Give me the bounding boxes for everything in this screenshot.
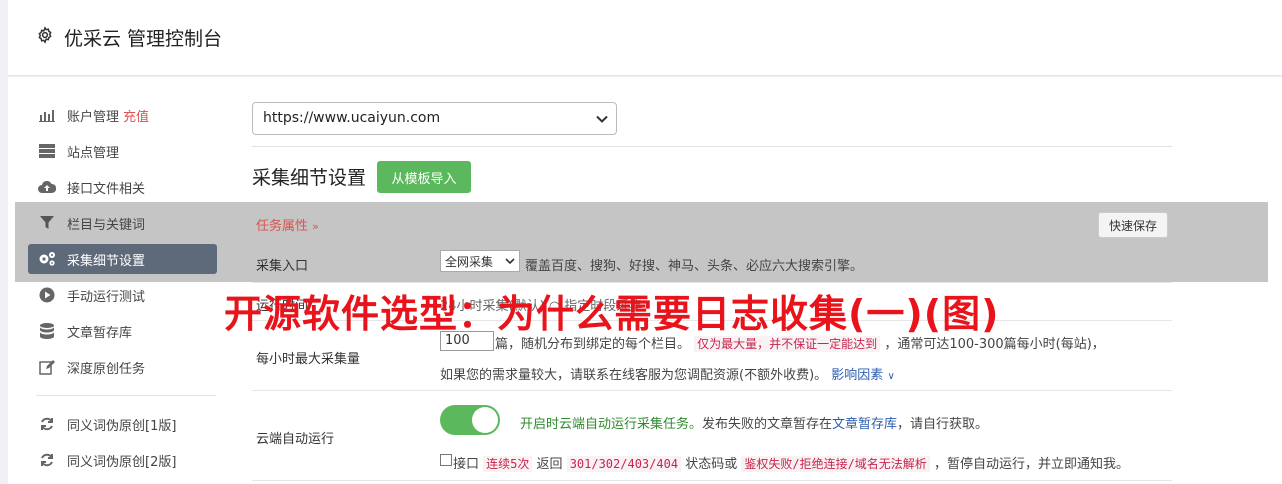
entry-description: 覆盖百度、搜狗、好搜、神马、头条、必应六大搜索引擎。 [525,259,864,274]
max-per-hour-contact: 如果您的需求量较大，请联系在线客服为您调配资源(不额外收费)。 影响因素 ∨ [440,364,895,383]
influence-factors-link[interactable]: 影响因素 [831,368,883,383]
notify-checkbox[interactable] [440,454,452,466]
server-icon [38,142,56,160]
max-per-hour-label: 每小时最大采集量 [256,352,361,367]
import-template-button[interactable]: 从模板导入 [377,161,471,193]
refresh-icon [38,415,56,433]
edit-icon [38,358,56,376]
max-text-2: ，通常可达100-300篇每小时(每站)， [884,337,1105,352]
sidebar-item-article-store[interactable]: 文章暂存库 [28,316,217,346]
cogs-icon [38,250,56,268]
quick-save-button[interactable]: 快速保存 [1098,212,1168,238]
sidebar-item-columns[interactable]: 栏目与关键词 [28,208,217,238]
sidebar-item-label: 采集细节设置 [67,253,146,269]
sidebar-item-account[interactable]: 账户管理 充值 [28,100,217,130]
sidebar-item-label: 同义词伪原创[2版] [67,454,177,470]
sidebar-item-synonym-v1[interactable]: 同义词伪原创[1版] [28,409,217,439]
sidebar-item-synonym-v2[interactable]: 同义词伪原创[2版] [28,445,217,475]
row-divider [252,480,1172,481]
cloud-auto-run-label: 云端自动运行 [256,432,335,447]
top-bar: 优采云 管理控制台 [8,0,1282,76]
sidebar-item-label: 站点管理 [67,145,120,161]
filter-icon [38,214,56,232]
notify-label: 接口 [453,457,480,472]
bar-chart-icon [38,106,56,124]
notify-text-3: 返回 [536,457,563,472]
chevron-double-down-icon: ∨ [887,371,895,382]
notify-code-3: 鉴权失败/拒绝连接/域名无法解析 [741,456,930,472]
sidebar-divider [36,395,216,396]
entry-select[interactable]: 全网采集 [440,250,520,272]
cloud-auto-run-description: 开启时云端自动运行采集任务。发布失败的文章暂存在文章暂存库，请自行获取。 [520,413,988,432]
notify-text-4: 状态码或 [685,457,738,472]
sidebar-item-label: 手动运行测试 [67,289,146,305]
cloud-text-1: 发布失败的文章暂存在 [702,417,833,432]
sidebar-item-interface[interactable]: 接口文件相关 [28,172,217,202]
task-attributes-label: 任务属性 [256,219,309,234]
task-attributes-toggle[interactable]: 任务属性 » [256,215,319,234]
row-divider [252,390,1172,391]
site-select[interactable]: https://www.ucaiyun.com [252,102,617,135]
sidebar-item-label: 账户管理 [67,109,120,125]
max-text-3: 如果您的需求量较大，请联系在线客服为您调配资源(不额外收费)。 [440,368,828,383]
sidebar-item-sites[interactable]: 站点管理 [28,136,217,166]
refresh-icon [38,451,56,469]
section-title: 采集细节设置 [252,167,367,189]
sidebar-item-label: 栏目与关键词 [67,217,146,233]
sidebar-item-deep-original[interactable]: 深度原创任务 [28,352,217,382]
recharge-link[interactable]: 充值 [123,106,149,125]
max-code-note: 仅为最大量，并不保证一定能达到 [694,336,881,352]
sidebar-item-collect-settings[interactable]: 采集细节设置 [28,244,217,274]
chevron-down-icon [505,258,515,265]
chevron-double-down-icon: » [312,220,319,233]
notify-code-2: 301/302/403/404 [566,456,682,472]
app-title: 优采云 管理控制台 [64,28,223,50]
article-store-link[interactable]: 文章暂存库 [832,417,897,432]
play-circle-icon [38,286,56,304]
sidebar-item-label: 文章暂存库 [67,325,133,341]
cloud-green-text: 开启时云端自动运行采集任务。 [520,417,703,432]
sidebar-item-label: 同义词伪原创[1版] [67,418,177,434]
database-icon [38,322,56,340]
notify-code-1: 连续5次 [483,456,533,472]
cloud-upload-icon [38,178,56,196]
entry-label: 采集入口 [256,259,309,274]
sidebar-item-label: 接口文件相关 [67,181,146,197]
toggle-knob [472,407,498,433]
overlay-title: 开源软件选型：为什么需要日志收集(一)(图) [224,292,1000,336]
entry-select-value: 全网采集 [445,255,494,269]
sidebar-item-label: 深度原创任务 [67,361,146,377]
max-text-1: 篇，随机分布到绑定的每个栏目。 [495,337,691,352]
gear-icon [38,26,52,44]
notify-description: 接口 连续5次 返回 301/302/403/404 状态码或 鉴权失败/拒绝连… [453,453,1129,472]
site-select-value: https://www.ucaiyun.com [263,110,441,126]
cloud-auto-run-toggle[interactable] [440,405,500,435]
chevron-down-icon [596,115,608,123]
notify-text-5: ，暂停自动运行，并立即通知我。 [933,457,1129,472]
sidebar-item-manual-run[interactable]: 手动运行测试 [28,280,217,310]
divider [252,146,1172,147]
cloud-text-2: ，请自行获取。 [897,417,989,432]
